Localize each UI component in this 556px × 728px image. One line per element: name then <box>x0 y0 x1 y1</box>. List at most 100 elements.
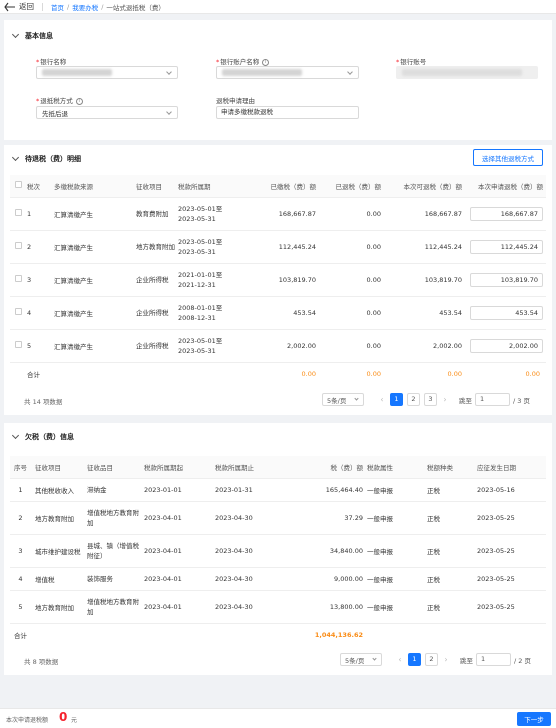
chevron-down-icon <box>11 431 20 440</box>
refundable-amount: 112,445.24 <box>381 229 462 263</box>
refund-reason-label: 退税申请理由 <box>216 97 255 105</box>
row-checkbox[interactable] <box>10 262 27 296</box>
row-checkbox[interactable] <box>10 295 27 329</box>
breadcrumb-tax-service[interactable]: 我要办税 <box>72 2 98 12</box>
bank-account-name-label: *银行账户名称 i <box>216 56 270 66</box>
row-number: 3 <box>10 533 31 567</box>
table-row: 3 城市维护建设税 县城、镇（增值税附征） 2023-04-01 2023-04-30 3… <box>10 533 546 567</box>
select-other-method-button[interactable]: 选择其他退税方式 <box>473 149 543 166</box>
table-header-row: 序号 征收项目 征收品目 税款所属期起 税款所属期止 税（费）额 税款属性 税额… <box>10 456 546 478</box>
paid-amount: 168,667.87 <box>248 196 316 230</box>
next-page-icon[interactable]: › <box>439 395 451 404</box>
tax-amount: 9,000.00 <box>293 566 363 590</box>
tax-attribute: 一般申报 <box>363 589 423 623</box>
breadcrumb-separator: / <box>101 2 104 11</box>
page-2-button[interactable]: 2 <box>407 393 420 406</box>
apply-amount-input[interactable]: 112,445.24 <box>470 239 543 254</box>
tax-kind: 正税 <box>423 500 477 534</box>
info-icon[interactable]: i <box>75 97 83 105</box>
bank-account-number-field <box>396 66 538 79</box>
next-step-button[interactable]: 下一步 <box>517 712 551 726</box>
apply-amount-input[interactable]: 168,667.87 <box>470 206 543 221</box>
arrears-toggle[interactable]: 欠税（费）信息 <box>11 431 74 442</box>
bank-account-name-select[interactable] <box>216 66 359 79</box>
masked-value <box>402 69 522 76</box>
page-1-button[interactable]: 1 <box>408 653 421 666</box>
total-value: 0.00 <box>316 361 381 385</box>
pending-refunds-toggle[interactable]: 待退税（费）明细 <box>11 153 81 164</box>
total-value: 0.00 <box>462 361 546 385</box>
period-start: 2023-05-01至 <box>178 204 223 213</box>
table-row: 1 汇算清缴产生 教育费附加 2023-05-01至 2023-05-31 168,667… <box>10 196 546 230</box>
breadcrumb-current: 一站式退抵税（费） <box>106 3 165 12</box>
refund-method-value: 先抵后退 <box>42 109 68 118</box>
column-header: 征收项目 <box>136 175 178 197</box>
total-row: 合计 0.00 0.00 0.00 0.00 <box>10 361 546 385</box>
refund-reason-input[interactable]: 申请多缴税款退税 <box>216 106 359 119</box>
levy-item: 增值税 <box>31 566 87 590</box>
page-size-select[interactable]: 5条/页 <box>340 653 382 666</box>
apply-amount-input[interactable]: 2,002.00 <box>470 338 543 353</box>
apply-amount-input[interactable]: 103,819.70 <box>470 272 543 287</box>
arrears-pagination: 5条/页 ‹ 1 2 › 跳至 1 / 2 页 <box>340 653 531 666</box>
tax-attribute: 一般申报 <box>363 566 423 590</box>
basic-info-toggle[interactable]: 基本信息 <box>11 30 53 41</box>
period-start: 2021-01-01至 <box>178 270 223 279</box>
info-icon[interactable]: i <box>262 58 270 66</box>
bank-name-select[interactable] <box>36 66 178 79</box>
column-header: 本次申请退税（费）额 <box>462 175 546 197</box>
prev-page-icon[interactable]: ‹ <box>394 655 406 664</box>
levy-sub-item: 县城、镇（增值税附征） <box>87 533 144 567</box>
refundable-amount: 103,819.70 <box>381 262 462 296</box>
total-amount: 1,044,136.62 <box>293 622 363 647</box>
page-1-button[interactable]: 1 <box>390 393 403 406</box>
row-number: 5 <box>27 328 54 362</box>
table-row: 4 汇算清缴产生 企业所得税 2008-01-01至 2008-12-31 453.54 0… <box>10 295 546 329</box>
refund-method-label: *退抵税方式 i <box>36 95 83 105</box>
select-all-checkbox[interactable] <box>10 175 27 197</box>
jump-page-input[interactable]: 1 <box>476 653 511 666</box>
next-page-icon[interactable]: › <box>440 655 452 664</box>
levy-item: 教育费附加 <box>136 196 178 230</box>
column-header: 征收品目 <box>87 456 144 478</box>
refund-amount-unit: 元 <box>71 717 78 724</box>
row-checkbox[interactable] <box>10 328 27 362</box>
row-checkbox[interactable] <box>10 229 27 263</box>
total-row: 合计 1,044,136.62 <box>10 622 546 647</box>
table-row: 2 地方教育附加 增值税地方教育附加 2023-04-01 2023-04-30 37.2… <box>10 500 546 534</box>
page-2-button[interactable]: 2 <box>425 653 438 666</box>
page-3-button[interactable]: 3 <box>424 393 437 406</box>
chevron-down-icon <box>354 396 359 401</box>
levy-date: 2023-05-25 <box>477 566 546 590</box>
refund-source: 汇算清缴产生 <box>54 295 136 329</box>
basic-info-card: 基本信息 *银行名称 *银行账户名称 i *银行账号 *退抵税方式 i 先抵后退 退… <box>4 20 552 140</box>
total-label: 合计 <box>10 622 31 647</box>
paid-amount: 112,445.24 <box>248 229 316 263</box>
period-end: 2023-04-30 <box>211 589 293 623</box>
apply-amount-input[interactable]: 453.54 <box>470 305 543 320</box>
table-row: 2 汇算清缴产生 地方教育附加 2023-05-01至 2023-05-31 112,44… <box>10 229 546 263</box>
period-start: 2023-04-01 <box>144 500 211 534</box>
paid-amount: 2,002.00 <box>248 328 316 362</box>
column-header: 已退税（费）额 <box>316 175 381 197</box>
masked-value <box>222 69 302 76</box>
section-title: 欠税（费）信息 <box>25 433 74 441</box>
footer-bar: 本次申请退税额 0 元 下一步 <box>0 708 556 728</box>
row-checkbox[interactable] <box>10 196 27 230</box>
paid-amount: 453.54 <box>248 295 316 329</box>
prev-page-icon[interactable]: ‹ <box>376 395 388 404</box>
breadcrumb-home[interactable]: 首页 <box>51 2 64 12</box>
back-arrow-icon <box>4 2 15 11</box>
jump-label: 跳至 <box>459 396 472 405</box>
jump-page-input[interactable]: 1 <box>475 393 510 406</box>
column-header: 应征发生日期 <box>477 456 546 478</box>
table-row: 5 地方教育附加 增值税地方教育附加 2023-04-01 2023-04-30 13,8… <box>10 589 546 623</box>
levy-item: 其他税收收入 <box>31 477 87 501</box>
column-header: 税款所属期 <box>178 175 248 197</box>
refund-method-select[interactable]: 先抵后退 <box>36 106 178 119</box>
period-start: 2023-05-01至 <box>178 237 223 246</box>
back-button[interactable]: 返回 <box>4 1 34 12</box>
page-size-select[interactable]: 5条/页 <box>322 393 364 406</box>
refunded-amount: 0.00 <box>316 328 381 362</box>
period-start: 2023-04-01 <box>144 533 211 567</box>
